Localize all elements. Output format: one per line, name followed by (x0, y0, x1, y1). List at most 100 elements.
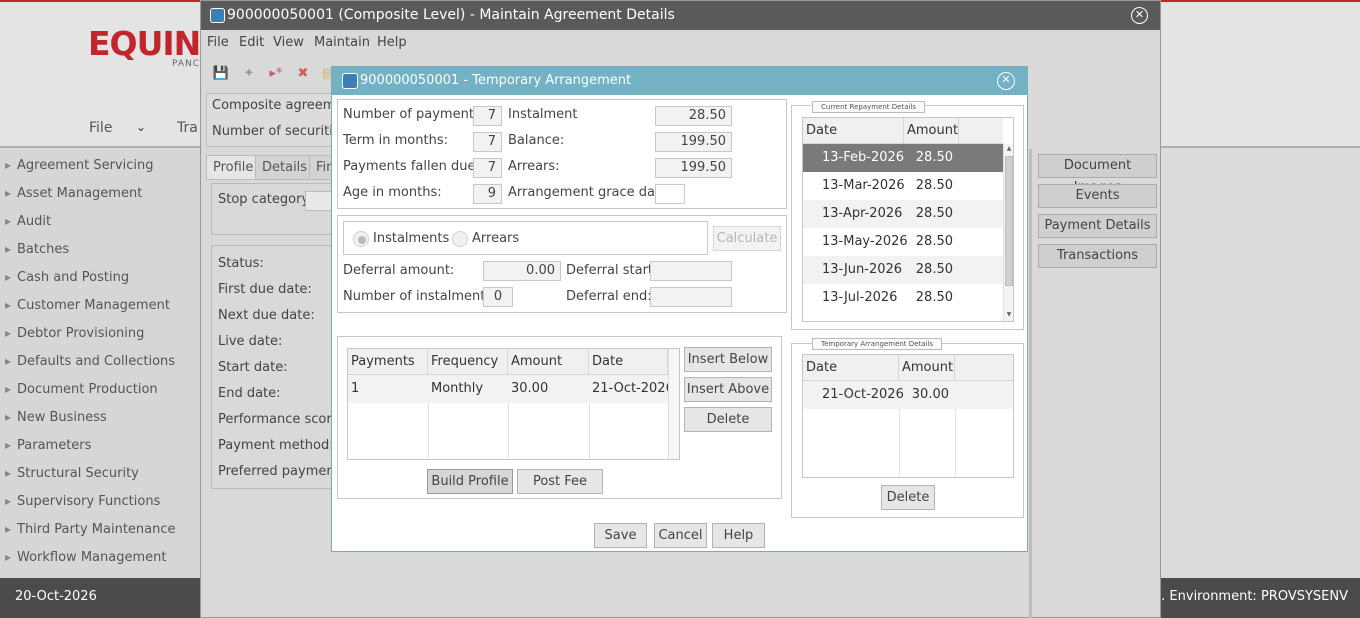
num-instalments-field[interactable]: 0 (483, 287, 513, 307)
close-icon[interactable]: ✕ (1131, 7, 1148, 24)
cancel-button[interactable]: Cancel (654, 523, 707, 548)
arrears-radio[interactable] (452, 231, 468, 247)
chevron-right-icon: ▶ (5, 273, 12, 282)
build-profile-button[interactable]: Build Profile (427, 469, 513, 494)
table-row[interactable]: 13-Mar-2026 28.50 (803, 172, 1003, 200)
age-label: Age in months: (343, 185, 442, 200)
sidebar-item[interactable]: ▶ Defaults and Collections (0, 348, 200, 376)
chevron-down-icon[interactable]: ⌄ (136, 120, 146, 134)
sidebar-item[interactable]: ▶ Workflow Management (0, 544, 200, 572)
col-date[interactable]: Date (803, 355, 899, 381)
deferral-panel: Instalments Arrears Calculate Deferral a… (337, 215, 787, 313)
sidebar-item[interactable]: ▶ Parameters (0, 432, 200, 460)
col-amount[interactable]: Amount (904, 118, 959, 144)
cell-date: 13-Jun-2026 (822, 262, 903, 277)
post-fee-button[interactable]: Post Fee (517, 469, 603, 494)
deferral-start-field[interactable] (650, 261, 732, 281)
menu-help[interactable]: Help (377, 35, 407, 50)
sidebar-item[interactable]: ▶ New Business (0, 404, 200, 432)
delete-icon[interactable]: ✖ (293, 64, 313, 84)
sidebar-item[interactable]: ▶ Cash and Posting (0, 264, 200, 292)
dialog-title: 900000050001 - Temporary Arrangement (332, 67, 1027, 95)
help-button[interactable]: Help (712, 523, 765, 548)
events-button[interactable]: Events (1038, 184, 1157, 208)
close-icon[interactable]: ✕ (997, 72, 1015, 90)
temporary-arrangement-dialog: 900000050001 - Temporary Arrangement ✕ N… (331, 66, 1028, 552)
table-row[interactable]: 13-Apr-2026 28.50 (803, 200, 1003, 228)
transactions-button[interactable]: Transactions (1038, 244, 1157, 268)
status-label: Status: (218, 256, 264, 271)
repayment-scrollbar[interactable]: ▲ ▼ (1003, 144, 1013, 321)
col-payments[interactable]: Payments (348, 349, 428, 375)
table-row[interactable]: 21-Oct-2026 30.00 (803, 381, 1013, 409)
scroll-thumb[interactable] (1005, 156, 1013, 286)
instalments-radio[interactable] (353, 231, 369, 247)
save-button[interactable]: Save (594, 523, 647, 548)
table-row[interactable]: 13-Jun-2026 28.50 (803, 256, 1003, 284)
table-row[interactable]: 1 Monthly 30.00 21-Oct-2026 (348, 375, 674, 403)
sidebar-item[interactable]: ▶ Agreement Servicing (0, 152, 200, 180)
grace-days-input[interactable] (655, 184, 685, 204)
chevron-right-icon: ▶ (5, 245, 12, 254)
profile-grid-header: Payments Frequency Amount Date (348, 349, 668, 375)
sidebar-item[interactable]: ▶ Debtor Provisioning (0, 320, 200, 348)
arrears-label: Arrears: (508, 159, 560, 174)
payment-details-button[interactable]: Payment Details (1038, 214, 1157, 238)
cell-date: 21-Oct-2026 (822, 387, 904, 402)
status-environment: 999. Environment: PROVSYSENV (1136, 589, 1348, 604)
end-date-label: End date: (218, 386, 281, 401)
table-row[interactable]: 13-Jul-2026 28.50 (803, 284, 1003, 312)
current-repayment-panel: Date Amount 13-Feb-2026 28.50 13-Mar-202… (791, 105, 1024, 330)
num-payments-label: Number of payments: (343, 107, 486, 122)
menu-file[interactable]: File (207, 35, 229, 50)
deferral-start-label: Deferral start: (566, 263, 658, 278)
cell-amount: 28.50 (915, 206, 953, 221)
deferral-amount-field[interactable]: 0.00 (483, 261, 561, 281)
col-date[interactable]: Date (589, 349, 668, 375)
menu-bar: File Edit View Maintain Help (201, 30, 1160, 57)
sidebar-item[interactable]: ▶ Document Production (0, 376, 200, 404)
menu-maintain[interactable]: Maintain (314, 35, 370, 50)
insert-icon[interactable]: ▸* (266, 64, 286, 84)
sidebar-item[interactable]: ▶ Structural Security (0, 460, 200, 488)
sidebar-item[interactable]: ▶ Customer Management (0, 292, 200, 320)
cell-amount: 28.50 (915, 262, 953, 277)
sidebar-item[interactable]: ▶ Batches (0, 236, 200, 264)
scroll-up-icon[interactable]: ▲ (1004, 144, 1013, 154)
chevron-right-icon: ▶ (5, 385, 12, 394)
col-date[interactable]: Date (803, 118, 904, 144)
col-amount[interactable]: Amount (899, 355, 955, 381)
pin-icon[interactable]: ✦ (239, 64, 259, 84)
col-frequency[interactable]: Frequency (428, 349, 508, 375)
col-amount[interactable]: Amount (508, 349, 589, 375)
summary-panel: Number of payments: 7 Term in months: 7 … (337, 99, 787, 209)
calculate-button[interactable]: Calculate (713, 226, 781, 251)
cell-date: 13-Jul-2026 (822, 290, 898, 305)
window-title: 900000050001 (Composite Level) - Maintai… (201, 1, 1160, 30)
delete-arrangement-button[interactable]: Delete (881, 485, 935, 510)
table-row[interactable]: 13-Feb-2026 28.50 (803, 144, 1003, 172)
arrears-field: 199.50 (655, 158, 732, 178)
insert-above-button[interactable]: Insert Above (684, 377, 772, 402)
document-images-button[interactable]: Document Images (1038, 154, 1157, 195)
temp-arrangement-panel: Date Amount 21-Oct-2026 30.00 Delete (791, 343, 1024, 518)
scroll-down-icon[interactable]: ▼ (1004, 310, 1013, 320)
sidebar-item[interactable]: ▶ Audit (0, 208, 200, 236)
fallen-due-field: 7 (473, 158, 502, 178)
sidebar-item[interactable]: ▶ Supervisory Functions (0, 488, 200, 516)
app-menu-file[interactable]: File (89, 120, 112, 136)
cell-date: 13-May-2026 (822, 234, 908, 249)
tab-profile[interactable]: Profile (206, 155, 261, 180)
table-row[interactable]: 13-May-2026 28.50 (803, 228, 1003, 256)
save-icon[interactable]: 💾 (211, 64, 231, 84)
app-menu-partial[interactable]: Tra (177, 120, 198, 136)
insert-below-button[interactable]: Insert Below (684, 347, 772, 372)
grid-scrollbar[interactable] (668, 349, 679, 459)
menu-view[interactable]: View (273, 35, 304, 50)
menu-edit[interactable]: Edit (239, 35, 264, 50)
tab-details[interactable]: Details (255, 155, 315, 180)
deferral-end-field[interactable] (650, 287, 732, 307)
delete-row-button[interactable]: Delete (684, 407, 772, 432)
sidebar-item[interactable]: ▶ Third Party Maintenance (0, 516, 200, 544)
sidebar-item[interactable]: ▶ Asset Management (0, 180, 200, 208)
